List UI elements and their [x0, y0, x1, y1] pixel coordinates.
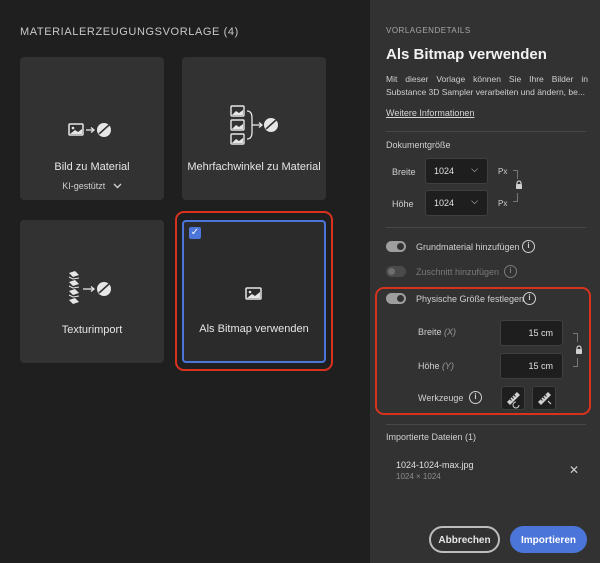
chevron-down-icon: ⌵ [471, 196, 478, 206]
divider [386, 424, 586, 425]
checkmark-icon[interactable]: ✓ [189, 227, 201, 239]
card-label: Als Bitmap verwenden [199, 323, 309, 335]
lock-icon[interactable] [515, 180, 523, 190]
divider [386, 227, 586, 228]
template-card-image-to-material[interactable]: Bild zu Material KI-gestützt [20, 57, 164, 200]
chevron-down-icon: ⌵ [471, 164, 478, 174]
details-title: Als Bitmap verwenden [386, 46, 547, 63]
bracket [513, 193, 518, 202]
base-material-label: Grundmaterial hinzufügen [416, 242, 520, 252]
multi-angle-icon [230, 105, 278, 145]
physical-size-highlight [375, 287, 591, 415]
bracket [513, 170, 518, 179]
info-icon[interactable]: i [522, 240, 535, 253]
import-button[interactable]: Importieren [510, 526, 587, 553]
info-icon[interactable]: i [504, 265, 517, 278]
crop-toggle[interactable] [386, 266, 406, 277]
template-card-texture-import[interactable]: Texturimport [20, 220, 164, 363]
height-value: 1024 [434, 198, 455, 208]
document-size-label: Dokumentgröße [386, 140, 451, 150]
template-gallery: MATERIALERZEUGUNGSVORLAGE (4) Bild zu Ma… [0, 0, 370, 563]
gallery-title: MATERIALERZEUGUNGSVORLAGE (4) [20, 26, 239, 38]
image-to-material-icon [68, 123, 111, 137]
base-material-toggle[interactable] [386, 241, 406, 252]
texture-import-icon [68, 271, 111, 304]
chevron-down-icon [113, 183, 122, 189]
height-unit: Px [498, 199, 508, 208]
template-card-use-as-bitmap[interactable]: ✓ Als Bitmap verwenden [182, 220, 326, 363]
more-info-link[interactable]: Weitere Informationen [386, 108, 474, 118]
card-label: Texturimport [61, 324, 123, 336]
file-dimensions: 1024 × 1024 [396, 472, 441, 481]
ai-assisted-label: KI-gestützt [62, 181, 106, 191]
imported-files-label: Importierte Dateien (1) [386, 432, 477, 442]
crop-label: Zuschnitt hinzufügen [416, 267, 500, 277]
width-select[interactable]: 1024 ⌵ [425, 158, 488, 184]
remove-file-icon[interactable]: ✕ [569, 463, 579, 477]
card-label: Mehrfachwinkel zu Material [187, 161, 321, 173]
height-select[interactable]: 1024 ⌵ [425, 190, 488, 216]
width-label: Breite [392, 167, 416, 177]
width-unit: Px [498, 167, 508, 176]
height-label: Höhe [392, 199, 414, 209]
template-card-multi-angle[interactable]: Mehrfachwinkel zu Material [182, 57, 326, 200]
ai-assisted-dropdown[interactable]: KI-gestützt [20, 181, 164, 191]
cancel-button[interactable]: Abbrechen [429, 526, 500, 553]
divider [386, 131, 586, 132]
image-icon [245, 287, 262, 300]
card-label: Bild zu Material [54, 161, 130, 173]
details-description: Mit dieser Vorlage können Sie Ihre Bilde… [386, 74, 588, 97]
details-overline: VORLAGENDETAILS [386, 26, 471, 35]
width-value: 1024 [434, 166, 455, 176]
file-name: 1024-1024-max.jpg [396, 460, 474, 470]
